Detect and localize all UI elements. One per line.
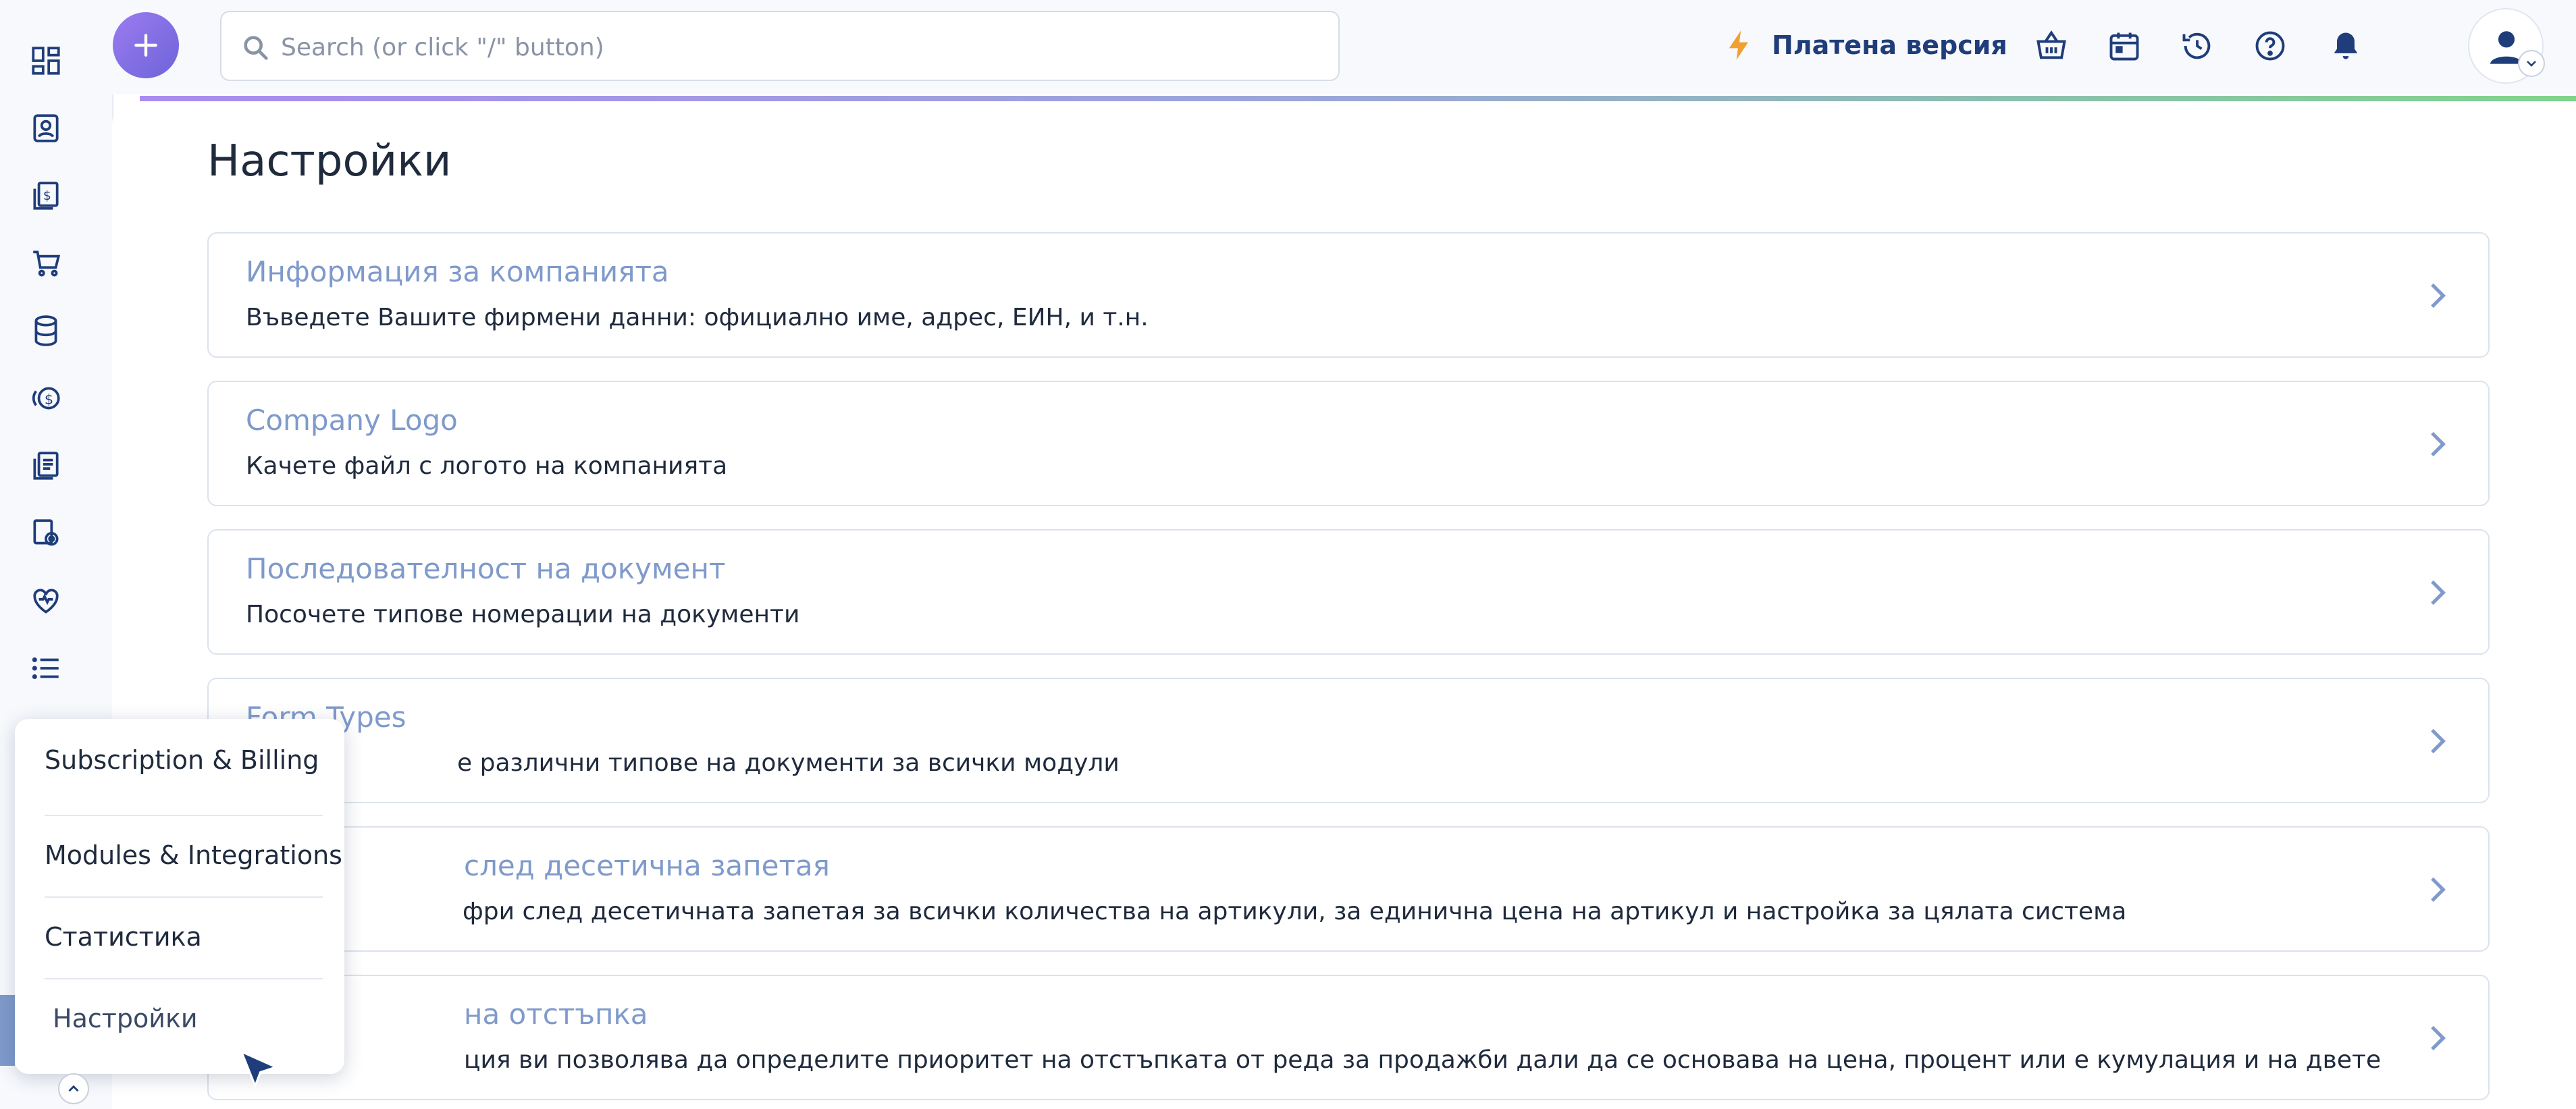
settings-docs-icon[interactable] [27,514,65,552]
bolt-icon [1729,30,1748,60]
menu-item-modules-integrations[interactable]: Modules & Integrations [45,814,342,896]
card-title: Информация за компанията [246,255,669,288]
svg-text:$: $ [45,391,53,407]
settings-card-discount[interactable]: на отстъпка ция ви позволява да определи… [207,975,2490,1100]
add-button[interactable] [113,12,179,78]
card-description: фри след десетичната запетая за всички к… [463,898,2127,925]
paid-version-link[interactable]: Платена версия [1722,24,2007,66]
chevron-right-icon [2431,728,2446,754]
page-title: Настройки [207,136,452,186]
search-icon [244,36,268,60]
menu-item-settings[interactable]: Настройки [45,977,323,1059]
card-title: след десетична запетая [464,849,830,882]
card-description: ция ви позволява да определите приоритет… [464,1046,2382,1074]
mouse-cursor-icon [239,1050,279,1089]
chevron-right-icon [2431,1025,2446,1051]
card-description: Посочете типове номерации на документи [246,601,800,628]
help-icon[interactable] [2250,26,2290,66]
active-nav-indicator [0,995,15,1066]
settings-card-document-sequence[interactable]: Последователност на документ Посочете ти… [207,529,2490,655]
menu-item-subscription-billing[interactable]: Subscription & Billing [45,719,323,801]
basket-icon[interactable] [2031,26,2072,66]
search-input[interactable] [280,26,1322,69]
settings-card-company-info[interactable]: Информация за компанията Въведете Вашите… [207,232,2490,358]
chevron-right-icon [2431,283,2446,308]
cart-icon[interactable] [27,244,65,282]
settings-card-company-logo[interactable]: Company Logo Качете файл с логото на ком… [207,381,2490,506]
search-box[interactable] [220,11,1340,81]
user-menu[interactable] [2468,8,2545,84]
card-title: на отстъпка [464,998,648,1031]
settings-card-form-types[interactable]: Form Types е различни типове на документ… [207,678,2490,803]
card-description: Въведете Вашите фирмени данни: официално… [246,304,1149,331]
database-icon[interactable] [27,312,65,350]
documents-icon[interactable] [27,447,65,485]
payments-icon[interactable]: $ [27,379,65,417]
calendar-icon[interactable] [2104,26,2145,66]
health-icon[interactable] [27,582,65,620]
card-title: Company Logo [246,404,458,437]
card-title: Последователност на документ [246,552,726,585]
list-icon[interactable] [27,649,65,687]
chevron-right-icon [2431,580,2446,605]
contacts-icon[interactable] [27,109,65,147]
settings-popup-menu: Subscription & Billing Modules & Integra… [15,719,344,1074]
chevron-up-icon [68,1085,79,1092]
invoices-icon[interactable]: $ [27,177,65,215]
bell-icon[interactable] [2325,26,2366,66]
chevron-right-icon [2431,877,2446,902]
paid-version-label: Платена версия [1772,30,2007,60]
plus-icon [134,34,157,57]
gradient-divider [140,96,2576,101]
chevron-right-icon [2431,431,2446,457]
history-icon[interactable] [2177,26,2217,66]
chevron-down-icon [2518,50,2545,77]
dashboard-icon[interactable] [27,42,65,80]
card-description: е различни типове на документи за всички… [457,749,1120,777]
collapse-menu-button[interactable] [58,1073,89,1104]
menu-item-statistics[interactable]: Статистика [45,896,323,977]
card-description: Качете файл с логото на компанията [246,452,728,480]
settings-card-decimal-places[interactable]: след десетична запетая фри след десетичн… [207,826,2490,952]
svg-text:$: $ [43,189,51,203]
